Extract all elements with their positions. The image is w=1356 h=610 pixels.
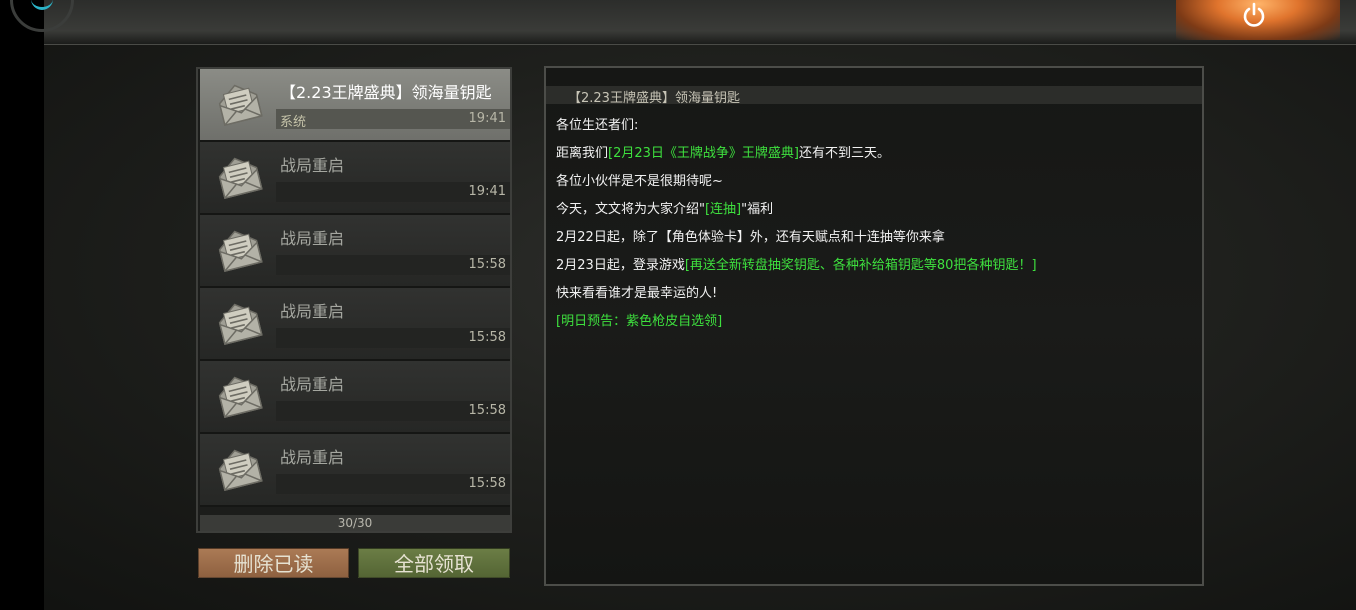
mail-content-line: 各位小伙伴是不是很期待呢~ xyxy=(556,170,723,189)
body-text: 今天，文文将为大家介绍" xyxy=(556,202,705,217)
mail-item-meta: 15:58 xyxy=(276,474,510,494)
mail-item[interactable]: 战局重启 15:58 xyxy=(200,361,510,434)
mail-item-time: 15:58 xyxy=(468,476,506,491)
highlight-text: [明日预告：紫色枪皮自选领] xyxy=(556,314,723,329)
mail-item-title: 战局重启 xyxy=(280,375,345,394)
mail-content-header: 【2.23王牌盛典】领海量钥匙 xyxy=(546,86,1202,106)
mail-item[interactable]: 【2.23王牌盛典】领海量钥匙系统 19:41 xyxy=(200,69,510,142)
body-text: 距离我们 xyxy=(556,146,609,161)
mail-content-panel: 【2.23王牌盛典】领海量钥匙 各位生还者们: 距离我们[2月23日《王牌战争》王… xyxy=(544,66,1204,586)
mail-item-meta: 15:58 xyxy=(276,328,510,348)
mail-content-line: 2月23日起，登录游戏[再送全新转盘抽奖钥匙、各种补给箱钥匙等80把各种钥匙！] xyxy=(556,254,1037,273)
envelope-icon xyxy=(214,225,264,273)
power-icon xyxy=(1243,2,1265,27)
left-edge xyxy=(0,0,44,610)
mail-item-time: 15:58 xyxy=(468,257,506,272)
mail-content-line: 快来看看谁才是最幸运的人! xyxy=(556,282,717,301)
mail-screen: 【2.23王牌盛典】领海量钥匙系统 19:41 战局重启 19:41 战局重启 15:58… xyxy=(0,0,1356,610)
mail-item-sender: 系统 xyxy=(280,115,307,130)
mail-item[interactable]: 战局重启 15:58 xyxy=(200,434,510,507)
mail-item-time: 19:41 xyxy=(468,184,506,199)
spinner-arc xyxy=(31,0,53,10)
mail-content-line: 2月22日起，除了【角色体验卡】外，还有天赋点和十连抽等你来拿 xyxy=(556,226,945,245)
power-button[interactable] xyxy=(1176,0,1340,40)
body-text: 2月23日起，登录游戏 xyxy=(556,258,685,273)
highlight-text: [再送全新转盘抽奖钥匙、各种补给箱钥匙等80把各种钥匙！] xyxy=(684,258,1037,273)
envelope-icon xyxy=(214,444,264,492)
delete-read-button[interactable]: 删除已读 xyxy=(198,548,349,578)
mail-item-title: 战局重启 xyxy=(280,448,345,467)
envelope-icon xyxy=(214,298,264,346)
claim-all-button[interactable]: 全部领取 xyxy=(358,548,510,578)
highlight-text: [连抽] xyxy=(704,202,742,217)
mail-item-meta: 15:58 xyxy=(276,401,510,421)
mail-item[interactable]: 战局重启 15:58 xyxy=(200,215,510,288)
mail-item[interactable]: 战局重启 15:58 xyxy=(200,288,510,361)
body-text: 各位小伙伴是不是很期待呢~ xyxy=(556,174,723,189)
mail-item-meta: 19:41 xyxy=(276,182,510,202)
mail-content-line: [明日预告：紫色枪皮自选领] xyxy=(556,310,722,329)
mail-item[interactable]: 战局重启 19:41 xyxy=(200,142,510,215)
envelope-icon xyxy=(214,152,264,200)
mail-item-time: 15:58 xyxy=(468,330,506,345)
mail-item-time: 15:58 xyxy=(468,403,506,418)
mail-item-title: 战局重启 xyxy=(280,302,345,321)
mail-content-title: 【2.23王牌盛典】领海量钥匙 xyxy=(568,91,740,106)
mail-content-line: 距离我们[2月23日《王牌战争》王牌盛典]还有不到三天。 xyxy=(556,142,890,161)
body-text: 各位生还者们: xyxy=(556,118,639,133)
envelope-icon xyxy=(214,371,264,419)
mail-item-meta: 系统 19:41 xyxy=(276,109,510,130)
top-bar xyxy=(44,0,1356,45)
mail-item-title: 【2.23王牌盛典】领海量钥匙 xyxy=(280,83,492,102)
body-text: "福利 xyxy=(741,202,774,217)
mail-count: 30/30 xyxy=(200,515,510,531)
mail-list: 【2.23王牌盛典】领海量钥匙系统 19:41 战局重启 19:41 战局重启 15:58… xyxy=(196,67,512,533)
highlight-text: [2月23日《王牌战争》王牌盛典] xyxy=(608,146,799,161)
mail-item-title: 战局重启 xyxy=(280,156,345,175)
mail-item-meta: 15:58 xyxy=(276,255,510,275)
mail-content-line: 各位生还者们: xyxy=(556,114,638,133)
envelope-icon xyxy=(214,79,264,127)
body-text: 快来看看谁才是最幸运的人! xyxy=(556,286,718,301)
body-text: 2月22日起，除了【角色体验卡】外，还有天赋点和十连抽等你来拿 xyxy=(556,230,945,245)
mail-item-title: 战局重启 xyxy=(280,229,345,248)
body-text: 还有不到三天。 xyxy=(798,146,890,161)
mail-item-time: 19:41 xyxy=(468,111,506,126)
mail-content-line: 今天，文文将为大家介绍"[连抽]"福利 xyxy=(556,198,773,217)
